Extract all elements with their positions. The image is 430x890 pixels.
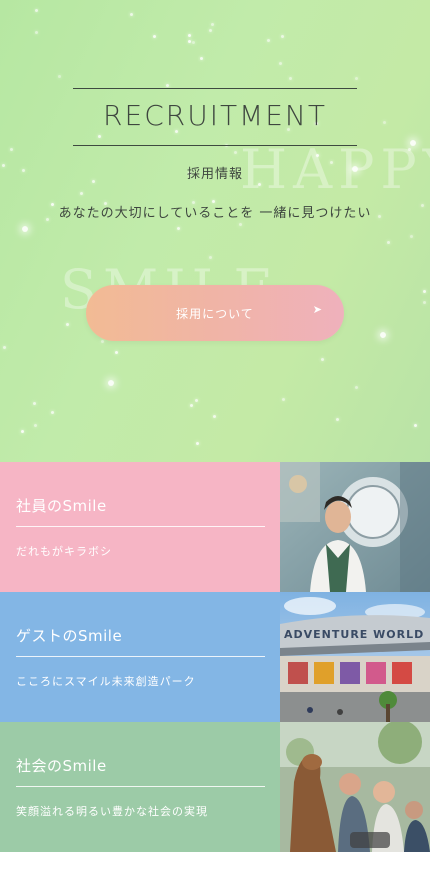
- sparkle: [190, 404, 193, 407]
- sparkle: [108, 380, 114, 386]
- sparkle: [35, 9, 38, 12]
- sparkle: [130, 13, 133, 16]
- sparkle: [3, 346, 6, 349]
- sparkle: [192, 41, 195, 44]
- sparkle: [33, 402, 36, 405]
- sparkle: [355, 386, 358, 389]
- page-subtitle: 採用情報: [186, 167, 243, 182]
- sparkle: [10, 148, 13, 151]
- sparkle: [336, 418, 339, 421]
- sparkle: [101, 340, 104, 343]
- section-staff-desc: だれもがキラボシ: [16, 545, 112, 558]
- sparkle: [234, 151, 237, 154]
- hero-section: HAPPY SMILE RECRUITMENT 採用情報 あなたの大切にしている…: [0, 0, 430, 462]
- section-society-title: 社会のSmile: [16, 757, 107, 775]
- sparkle: [35, 31, 38, 34]
- divider: [16, 786, 265, 787]
- section-guest-desc: こころにスマイル未来創造パーク: [16, 675, 196, 688]
- section-staff-panel: 社員のSmile だれもがキラボシ: [0, 462, 280, 592]
- section-guest-title: ゲストのSmile: [16, 627, 123, 645]
- title-rule-top: [73, 88, 357, 89]
- sparkle: [410, 235, 413, 238]
- sparkle: [380, 332, 386, 338]
- hero-tagline: あなたの大切にしていることを 一緒に見つけたい: [58, 206, 372, 221]
- sparkle: [196, 442, 199, 445]
- sparkle: [166, 84, 169, 87]
- section-society-panel: 社会のSmile 笑顔溢れる明るい豊かな社会の実現: [0, 722, 280, 852]
- page-bottom: [0, 852, 430, 890]
- recruitment-info-button[interactable]: 採用について ➤: [86, 285, 344, 341]
- arrow-right-icon: ➤: [312, 303, 322, 316]
- sparkle: [66, 323, 69, 326]
- entrance-sign-text: ADVENTURE WORLD: [284, 628, 424, 641]
- sparkle: [188, 40, 191, 43]
- section-staff-title: 社員のSmile: [16, 497, 107, 515]
- sparkle: [423, 290, 426, 293]
- staff-photo: [280, 462, 430, 592]
- sparkle: [282, 398, 285, 401]
- sparkle: [321, 358, 324, 361]
- sparkle: [209, 29, 212, 32]
- divider: [16, 656, 265, 657]
- sparkle: [58, 75, 61, 78]
- sparkle: [200, 57, 203, 60]
- sparkle: [279, 62, 282, 65]
- sparkle: [115, 351, 118, 354]
- sparkle: [414, 424, 417, 427]
- park-entrance-photo: ADVENTURE WORLD: [280, 592, 430, 722]
- section-guest-panel: ゲストのSmile こころにスマイル未来創造パーク: [0, 592, 280, 722]
- sparkle: [177, 227, 180, 230]
- sparkle: [267, 39, 270, 42]
- sparkle: [22, 226, 28, 232]
- divider: [16, 526, 265, 527]
- sparkle: [387, 241, 390, 244]
- section-guest-smile[interactable]: ゲストのSmile こころにスマイル未来創造パーク ADVENTURE WORL…: [0, 592, 430, 722]
- recruitment-info-button-label: 採用について: [176, 306, 254, 321]
- section-staff-smile[interactable]: 社員のSmile だれもがキラボシ: [0, 462, 430, 592]
- sparkle: [21, 430, 24, 433]
- sparkle: [80, 192, 83, 195]
- sparkle: [239, 223, 242, 226]
- title-rule-bottom: [73, 145, 357, 146]
- section-society-desc: 笑顔溢れる明るい豊かな社会の実現: [16, 805, 208, 818]
- sparkle: [98, 135, 101, 138]
- sparkle: [211, 23, 214, 26]
- sparkle: [355, 77, 358, 80]
- sparkle: [51, 411, 54, 414]
- page-title: RECRUITMENT: [103, 99, 327, 132]
- sparkle: [34, 424, 37, 427]
- alpaca-visitors-photo: [280, 722, 430, 852]
- sparkle: [213, 415, 216, 418]
- sparkle: [289, 77, 292, 80]
- sparkle: [281, 35, 284, 38]
- sparkle: [195, 399, 198, 402]
- section-society-smile[interactable]: 社会のSmile 笑顔溢れる明るい豊かな社会の実現: [0, 722, 430, 852]
- sparkle: [188, 34, 191, 37]
- sparkle: [423, 301, 426, 304]
- sparkle: [153, 35, 156, 38]
